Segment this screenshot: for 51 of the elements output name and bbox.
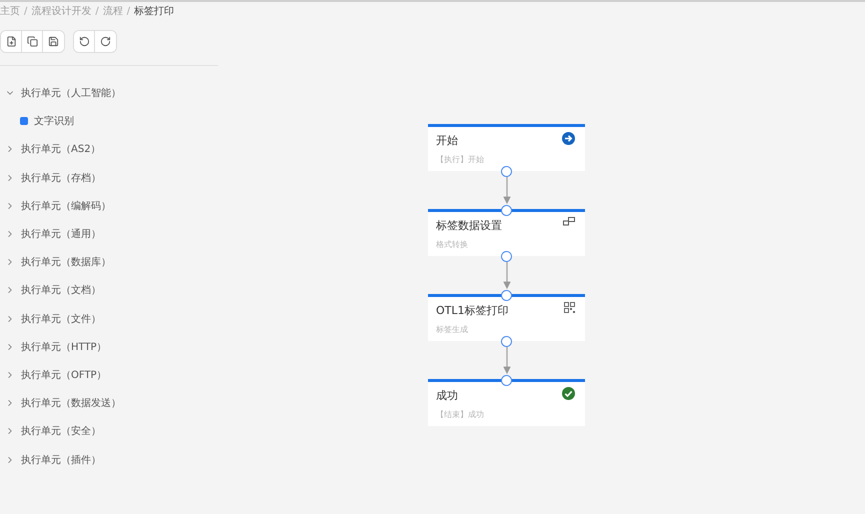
node-subtitle: 格式转换: [436, 239, 468, 250]
node-title: 开始: [436, 133, 458, 148]
node-subtitle: 【执行】开始: [436, 154, 484, 165]
flow-node[interactable]: OTL1标签打印 标签生成: [428, 294, 585, 341]
node-title: 成功: [436, 388, 458, 403]
breadcrumb-separator: /: [24, 6, 28, 16]
flow-node[interactable]: 成功 【结束】成功: [428, 379, 585, 426]
undo-icon: [78, 36, 90, 47]
check-circle-icon: [562, 387, 575, 400]
tree-item[interactable]: 执行单元（数据发送）: [21, 396, 121, 410]
output-port[interactable]: [501, 251, 512, 262]
unit-icon: [20, 117, 28, 126]
tree-item[interactable]: 执行单元（文档）: [21, 283, 101, 298]
file-plus-icon: [6, 36, 16, 47]
tree-item[interactable]: 执行单元（插件）: [21, 452, 101, 467]
tree-item[interactable]: 执行单元（OFTP）: [21, 368, 107, 382]
connector-arrow: [502, 347, 512, 375]
tree-item[interactable]: 执行单元（通用）: [21, 227, 101, 242]
nodes-icon: [563, 217, 575, 226]
breadcrumb-separator: /: [126, 6, 130, 16]
breadcrumb-separator: /: [95, 6, 99, 16]
arrow-circle-icon: [562, 132, 575, 145]
tree-item[interactable]: 执行单元（数据库）: [21, 255, 111, 270]
input-port[interactable]: [501, 375, 512, 386]
redo-icon: [100, 36, 111, 47]
flow-node[interactable]: 标签数据设置 格式转换: [428, 209, 585, 256]
connector-arrow: [502, 177, 512, 205]
connector-arrow: [502, 262, 512, 290]
flow-node[interactable]: 开始 【执行】开始: [428, 124, 585, 171]
new-file-button[interactable]: [1, 31, 22, 52]
tree-item[interactable]: 执行单元（文件）: [21, 312, 101, 326]
node-subtitle: 标签生成: [436, 324, 468, 335]
tree-item[interactable]: 执行单元（人工智能）: [21, 86, 121, 100]
tree-item[interactable]: 文字识别: [34, 114, 74, 128]
output-port[interactable]: [501, 336, 512, 347]
output-port[interactable]: [501, 166, 512, 177]
input-port[interactable]: [501, 290, 512, 301]
tree-item[interactable]: 执行单元（存档）: [21, 170, 101, 185]
tree-item[interactable]: 执行单元（安全）: [21, 424, 101, 438]
breadcrumb-link[interactable]: 标签打印: [134, 4, 174, 18]
tree-item[interactable]: 执行单元（AS2）: [21, 142, 101, 156]
undo-button[interactable]: [74, 31, 95, 52]
node-title: 标签数据设置: [436, 218, 502, 233]
node-title: OTL1标签打印: [436, 303, 509, 318]
save-icon: [48, 36, 59, 47]
input-port[interactable]: [501, 205, 512, 216]
tree-item[interactable]: 执行单元（HTTP）: [21, 340, 107, 354]
copy-icon: [26, 36, 38, 47]
qr-code-icon: [564, 302, 575, 313]
node-subtitle: 【结束】成功: [436, 409, 484, 420]
tree-item[interactable]: 执行单元（编解码）: [21, 198, 111, 213]
